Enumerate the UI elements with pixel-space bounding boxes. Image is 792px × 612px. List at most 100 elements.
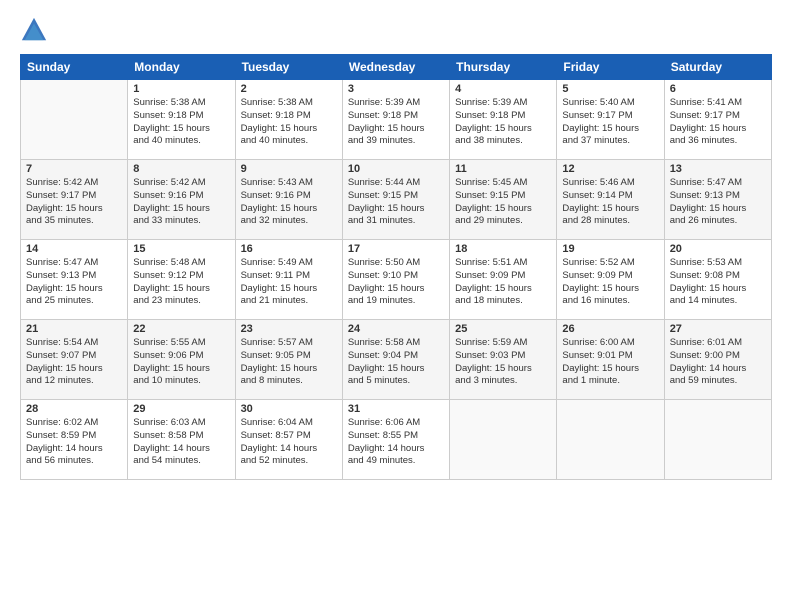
calendar-table: SundayMondayTuesdayWednesdayThursdayFrid…: [20, 54, 772, 480]
calendar-day-cell: 13 Sunrise: 5:47 AM Sunset: 9:13 PM Dayli…: [664, 160, 771, 240]
day-info: Sunrise: 5:45 AM Sunset: 9:15 PM Dayligh…: [455, 177, 551, 228]
day-info: Sunrise: 5:39 AM Sunset: 9:18 PM Dayligh…: [455, 97, 551, 148]
calendar-day-cell: 20 Sunrise: 5:53 AM Sunset: 9:08 PM Dayli…: [664, 240, 771, 320]
calendar-day-cell: 27 Sunrise: 6:01 AM Sunset: 9:00 PM Dayli…: [664, 320, 771, 400]
day-info: Sunrise: 5:48 AM Sunset: 9:12 PM Dayligh…: [133, 257, 229, 308]
calendar-day-cell: 3Sunrise: 5:39 AM Sunset: 9:18 PM Daylig…: [342, 80, 449, 160]
calendar-day-cell: 23 Sunrise: 5:57 AM Sunset: 9:05 PM Dayli…: [235, 320, 342, 400]
header: [20, 16, 772, 44]
calendar-header-saturday: Saturday: [664, 55, 771, 80]
day-info: Sunrise: 5:58 AM Sunset: 9:04 PM Dayligh…: [348, 337, 444, 388]
day-number: 4: [455, 83, 551, 95]
calendar-day-cell: 17Sunrise: 5:50 AM Sunset: 9:10 PM Dayli…: [342, 240, 449, 320]
day-number: 16: [241, 243, 337, 255]
calendar-day-cell: 2Sunrise: 5:38 AM Sunset: 9:18 PM Daylig…: [235, 80, 342, 160]
day-info: Sunrise: 5:55 AM Sunset: 9:06 PM Dayligh…: [133, 337, 229, 388]
day-number: 3: [348, 83, 444, 95]
day-info: Sunrise: 5:49 AM Sunset: 9:11 PM Dayligh…: [241, 257, 337, 308]
calendar-header-wednesday: Wednesday: [342, 55, 449, 80]
calendar-header-monday: Monday: [128, 55, 235, 80]
calendar-week-row: 14Sunrise: 5:47 AM Sunset: 9:13 PM Dayli…: [21, 240, 772, 320]
calendar-day-cell: [21, 80, 128, 160]
day-number: 6: [670, 83, 766, 95]
calendar-day-cell: 22 Sunrise: 5:55 AM Sunset: 9:06 PM Dayli…: [128, 320, 235, 400]
day-number: 27: [670, 323, 766, 335]
calendar-week-row: 7Sunrise: 5:42 AM Sunset: 9:17 PM Daylig…: [21, 160, 772, 240]
calendar-week-row: 1 Sunrise: 5:38 AM Sunset: 9:18 PM Daylig…: [21, 80, 772, 160]
calendar-day-cell: 30 Sunrise: 6:04 AM Sunset: 8:57 PM Dayli…: [235, 400, 342, 480]
calendar-day-cell: 11 Sunrise: 5:45 AM Sunset: 9:15 PM Dayli…: [450, 160, 557, 240]
day-info: Sunrise: 5:42 AM Sunset: 9:17 PM Dayligh…: [26, 177, 122, 228]
calendar-day-cell: [450, 400, 557, 480]
day-info: Sunrise: 5:57 AM Sunset: 9:05 PM Dayligh…: [241, 337, 337, 388]
calendar-day-cell: 6 Sunrise: 5:41 AM Sunset: 9:17 PM Daylig…: [664, 80, 771, 160]
calendar-day-cell: [664, 400, 771, 480]
calendar-day-cell: [557, 400, 664, 480]
day-info: Sunrise: 6:01 AM Sunset: 9:00 PM Dayligh…: [670, 337, 766, 388]
calendar-day-cell: 7Sunrise: 5:42 AM Sunset: 9:17 PM Daylig…: [21, 160, 128, 240]
calendar-day-cell: 26Sunrise: 6:00 AM Sunset: 9:01 PM Dayli…: [557, 320, 664, 400]
logo-icon: [20, 16, 48, 44]
calendar-day-cell: 24Sunrise: 5:58 AM Sunset: 9:04 PM Dayli…: [342, 320, 449, 400]
day-number: 18: [455, 243, 551, 255]
calendar-day-cell: 5 Sunrise: 5:40 AM Sunset: 9:17 PM Daylig…: [557, 80, 664, 160]
day-number: 11: [455, 163, 551, 175]
day-number: 29: [133, 403, 229, 415]
day-info: Sunrise: 5:46 AM Sunset: 9:14 PM Dayligh…: [562, 177, 658, 228]
calendar-day-cell: 31 Sunrise: 6:06 AM Sunset: 8:55 PM Dayli…: [342, 400, 449, 480]
calendar-day-cell: 4 Sunrise: 5:39 AM Sunset: 9:18 PM Daylig…: [450, 80, 557, 160]
calendar-week-row: 21 Sunrise: 5:54 AM Sunset: 9:07 PM Dayli…: [21, 320, 772, 400]
day-number: 10: [348, 163, 444, 175]
day-info: Sunrise: 5:38 AM Sunset: 9:18 PM Dayligh…: [133, 97, 229, 148]
calendar-header-sunday: Sunday: [21, 55, 128, 80]
day-number: 25: [455, 323, 551, 335]
day-number: 9: [241, 163, 337, 175]
day-info: Sunrise: 5:42 AM Sunset: 9:16 PM Dayligh…: [133, 177, 229, 228]
day-number: 26: [562, 323, 658, 335]
day-number: 19: [562, 243, 658, 255]
calendar-day-cell: 10 Sunrise: 5:44 AM Sunset: 9:15 PM Dayli…: [342, 160, 449, 240]
calendar-week-row: 28Sunrise: 6:02 AM Sunset: 8:59 PM Dayli…: [21, 400, 772, 480]
day-info: Sunrise: 5:54 AM Sunset: 9:07 PM Dayligh…: [26, 337, 122, 388]
day-info: Sunrise: 5:41 AM Sunset: 9:17 PM Dayligh…: [670, 97, 766, 148]
day-number: 13: [670, 163, 766, 175]
logo: [20, 16, 52, 44]
calendar-day-cell: 8 Sunrise: 5:42 AM Sunset: 9:16 PM Daylig…: [128, 160, 235, 240]
day-number: 5: [562, 83, 658, 95]
calendar-day-cell: 29 Sunrise: 6:03 AM Sunset: 8:58 PM Dayli…: [128, 400, 235, 480]
day-info: Sunrise: 6:03 AM Sunset: 8:58 PM Dayligh…: [133, 417, 229, 468]
day-info: Sunrise: 5:53 AM Sunset: 9:08 PM Dayligh…: [670, 257, 766, 308]
calendar-day-cell: 28Sunrise: 6:02 AM Sunset: 8:59 PM Dayli…: [21, 400, 128, 480]
calendar-header-tuesday: Tuesday: [235, 55, 342, 80]
day-number: 21: [26, 323, 122, 335]
calendar-day-cell: 1 Sunrise: 5:38 AM Sunset: 9:18 PM Daylig…: [128, 80, 235, 160]
calendar-day-cell: 18Sunrise: 5:51 AM Sunset: 9:09 PM Dayli…: [450, 240, 557, 320]
day-info: Sunrise: 5:59 AM Sunset: 9:03 PM Dayligh…: [455, 337, 551, 388]
day-number: 2: [241, 83, 337, 95]
day-number: 20: [670, 243, 766, 255]
calendar-day-cell: 25 Sunrise: 5:59 AM Sunset: 9:03 PM Dayli…: [450, 320, 557, 400]
day-number: 28: [26, 403, 122, 415]
day-info: Sunrise: 6:04 AM Sunset: 8:57 PM Dayligh…: [241, 417, 337, 468]
day-number: 23: [241, 323, 337, 335]
calendar-day-cell: 21 Sunrise: 5:54 AM Sunset: 9:07 PM Dayli…: [21, 320, 128, 400]
calendar-day-cell: 15Sunrise: 5:48 AM Sunset: 9:12 PM Dayli…: [128, 240, 235, 320]
day-number: 22: [133, 323, 229, 335]
calendar-header-friday: Friday: [557, 55, 664, 80]
calendar-day-cell: 14Sunrise: 5:47 AM Sunset: 9:13 PM Dayli…: [21, 240, 128, 320]
day-number: 17: [348, 243, 444, 255]
day-number: 30: [241, 403, 337, 415]
day-number: 8: [133, 163, 229, 175]
day-number: 31: [348, 403, 444, 415]
day-info: Sunrise: 6:06 AM Sunset: 8:55 PM Dayligh…: [348, 417, 444, 468]
day-info: Sunrise: 5:40 AM Sunset: 9:17 PM Dayligh…: [562, 97, 658, 148]
day-number: 1: [133, 83, 229, 95]
page: SundayMondayTuesdayWednesdayThursdayFrid…: [0, 0, 792, 612]
day-number: 14: [26, 243, 122, 255]
calendar-day-cell: 12 Sunrise: 5:46 AM Sunset: 9:14 PM Dayli…: [557, 160, 664, 240]
calendar-day-cell: 16 Sunrise: 5:49 AM Sunset: 9:11 PM Dayli…: [235, 240, 342, 320]
day-info: Sunrise: 5:47 AM Sunset: 9:13 PM Dayligh…: [670, 177, 766, 228]
day-info: Sunrise: 5:52 AM Sunset: 9:09 PM Dayligh…: [562, 257, 658, 308]
day-number: 12: [562, 163, 658, 175]
day-info: Sunrise: 5:44 AM Sunset: 9:15 PM Dayligh…: [348, 177, 444, 228]
